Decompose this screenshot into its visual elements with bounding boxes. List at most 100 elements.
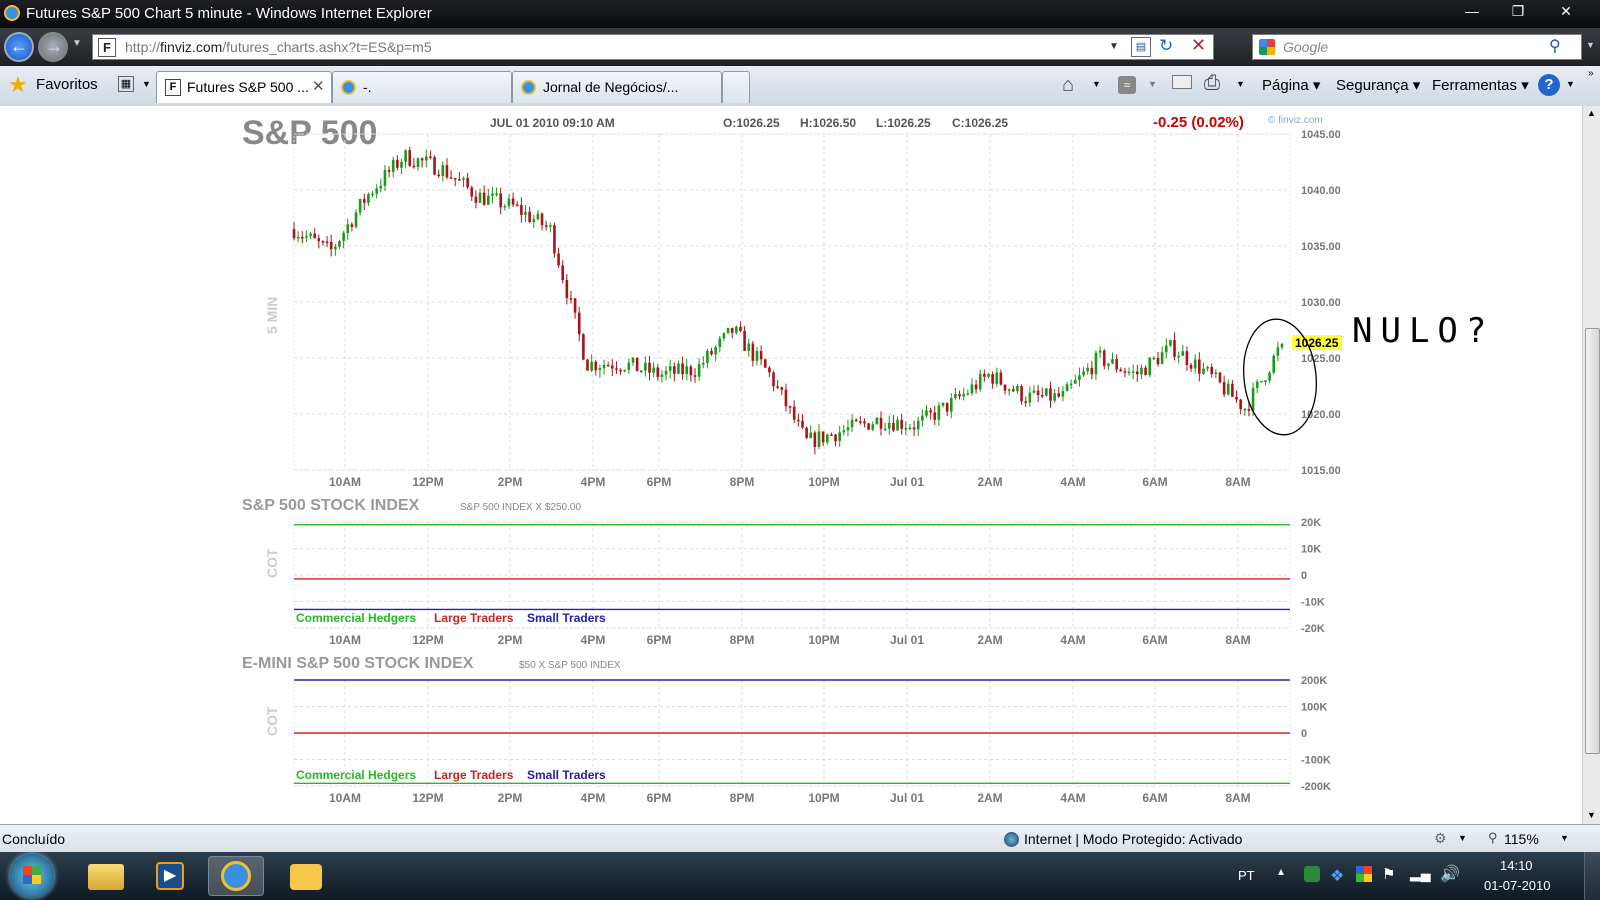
close-tab-icon[interactable]: ✕ xyxy=(312,72,325,102)
tools-menu[interactable]: Ferramentas ▾ xyxy=(1432,76,1529,94)
candle-body xyxy=(714,347,717,355)
tab-dash[interactable]: -. xyxy=(332,71,512,103)
search-icon[interactable]: ⚲ xyxy=(1549,36,1561,56)
home-dropdown-icon[interactable]: ▼ xyxy=(1092,79,1101,89)
cot-x-tick: 4AM xyxy=(1060,791,1085,805)
candle-body xyxy=(937,405,941,420)
tab-label: Jornal de Negócios/... xyxy=(543,79,679,95)
mail-icon[interactable] xyxy=(1172,75,1192,89)
mail-client-icon xyxy=(290,864,322,890)
taskbar-explorer[interactable] xyxy=(78,856,134,896)
candle-body xyxy=(1102,350,1106,366)
security-menu[interactable]: Segurança ▾ xyxy=(1336,76,1420,94)
favorites-button[interactable]: Favoritos xyxy=(36,76,98,93)
stop-icon[interactable]: ✕ xyxy=(1191,35,1206,56)
forward-button[interactable]: → xyxy=(38,32,68,62)
compat-view-icon[interactable]: ▤ xyxy=(1131,37,1151,57)
zoom-level[interactable]: 115% xyxy=(1504,831,1539,847)
maximize-button[interactable]: ❐ xyxy=(1496,0,1540,22)
candle-body xyxy=(362,199,366,203)
candle-body xyxy=(511,198,515,205)
candle-body xyxy=(867,423,870,430)
zoom-icon: ⚲ xyxy=(1488,830,1498,845)
price-y-tick: 1025.00 xyxy=(1301,353,1341,365)
address-dropdown-icon[interactable]: ▼ xyxy=(1109,41,1119,52)
toolbar-overflow-icon[interactable]: » xyxy=(1588,68,1594,79)
help-icon[interactable]: ? xyxy=(1538,74,1560,96)
candle-body xyxy=(854,419,858,422)
scroll-down-icon[interactable]: ▼ xyxy=(1587,810,1596,820)
candle-body xyxy=(619,369,622,372)
candle-body xyxy=(1164,345,1168,353)
cot-x-tick: 8AM xyxy=(1225,633,1250,647)
page-menu[interactable]: Página ▾ xyxy=(1262,76,1320,94)
price-x-tick: 2PM xyxy=(498,475,523,489)
media-player-icon: ▶ xyxy=(156,862,184,890)
language-indicator[interactable]: PT xyxy=(1238,868,1255,883)
annotation-text: NULO? xyxy=(1352,311,1494,351)
candle-body xyxy=(751,343,755,361)
refresh-icon[interactable]: ↻ xyxy=(1159,36,1173,56)
tray-app-icon[interactable] xyxy=(1304,866,1320,882)
address-field[interactable]: F http://finviz.com/futures_charts.ashx?… xyxy=(92,34,1214,60)
clock-date[interactable]: 01-07-2010 xyxy=(1484,878,1551,893)
candle-body xyxy=(540,213,544,226)
candle-body xyxy=(536,213,540,220)
zoom-dropdown-icon[interactable]: ▼ xyxy=(1560,833,1569,843)
scroll-thumb[interactable] xyxy=(1585,328,1600,754)
print-icon[interactable]: ⎙ xyxy=(1204,72,1220,95)
feed-dropdown-icon[interactable]: ▼ xyxy=(1148,79,1157,89)
show-hidden-icons[interactable]: ▲ xyxy=(1276,867,1286,878)
tab-futures[interactable]: F Futures S&P 500 ... ✕ xyxy=(156,71,332,103)
tab-jornal[interactable]: Jornal de Negócios/... xyxy=(512,71,722,103)
candle-body xyxy=(553,225,556,254)
cot-x-tick: 10AM xyxy=(329,633,361,647)
cot-x-tick: Jul 01 xyxy=(890,633,924,647)
price-y-axis: 1045.001040.001035.001030.001025.001020.… xyxy=(1301,129,1341,477)
favorites-star-icon: ★ xyxy=(8,72,28,97)
candle-body xyxy=(1069,383,1073,386)
rss-feed-icon[interactable]: ≈ xyxy=(1118,76,1136,94)
dropbox-icon[interactable]: ❖ xyxy=(1330,866,1344,886)
candle-body xyxy=(420,158,424,161)
quick-tabs-icon[interactable]: ▦ xyxy=(118,76,134,92)
taskbar-media[interactable]: ▶ xyxy=(142,856,198,896)
candle-body xyxy=(805,427,808,438)
help-dropdown-icon[interactable]: ▼ xyxy=(1566,79,1575,89)
close-button[interactable]: ✕ xyxy=(1542,0,1590,22)
candle-body xyxy=(309,233,312,237)
back-button[interactable]: ← xyxy=(4,32,34,62)
pop-up-settings-icon[interactable]: ⚙ xyxy=(1434,830,1447,847)
search-field[interactable]: Google ⚲ xyxy=(1252,34,1582,60)
candle-body xyxy=(735,326,738,333)
clock-time[interactable]: 14:10 xyxy=(1500,858,1533,873)
candle-body xyxy=(949,398,953,412)
settings-dropdown-icon[interactable]: ▼ xyxy=(1458,833,1467,843)
cot-y-tick: 200K xyxy=(1301,675,1327,687)
action-center-icon[interactable]: ⚑ xyxy=(1382,865,1395,883)
home-icon[interactable]: ⌂ xyxy=(1062,74,1074,97)
candle-body xyxy=(1239,399,1242,410)
new-tab-button[interactable] xyxy=(722,71,750,103)
taskbar-outlook[interactable] xyxy=(278,856,334,896)
start-button[interactable] xyxy=(10,854,54,898)
scroll-up-icon[interactable]: ▲ xyxy=(1587,108,1596,118)
print-dropdown-icon[interactable]: ▼ xyxy=(1236,79,1245,89)
candle-body xyxy=(573,298,577,313)
recent-pages-icon[interactable]: ▼ xyxy=(72,38,82,49)
candle-body xyxy=(453,178,457,180)
window-titlebar: Futures S&P 500 Chart 5 minute - Windows… xyxy=(0,0,1600,28)
minimize-button[interactable]: — xyxy=(1450,0,1494,22)
network-icon[interactable]: ▂▄ xyxy=(1410,865,1431,882)
cot-x-tick: 6AM xyxy=(1142,791,1167,805)
candle-body xyxy=(602,364,606,369)
candle-body xyxy=(792,406,796,420)
candle-body xyxy=(1226,383,1230,395)
taskbar-ie[interactable] xyxy=(208,856,264,896)
show-desktop-button[interactable] xyxy=(1584,852,1600,900)
vertical-scrollbar[interactable]: ▲ ▼ xyxy=(1582,106,1600,824)
tab-list-icon[interactable]: ▼ xyxy=(142,79,151,89)
search-options-icon[interactable]: ▼ xyxy=(1586,40,1595,50)
volume-icon[interactable]: 🔊 xyxy=(1440,864,1460,884)
tray-shield-icon[interactable] xyxy=(1356,866,1372,882)
